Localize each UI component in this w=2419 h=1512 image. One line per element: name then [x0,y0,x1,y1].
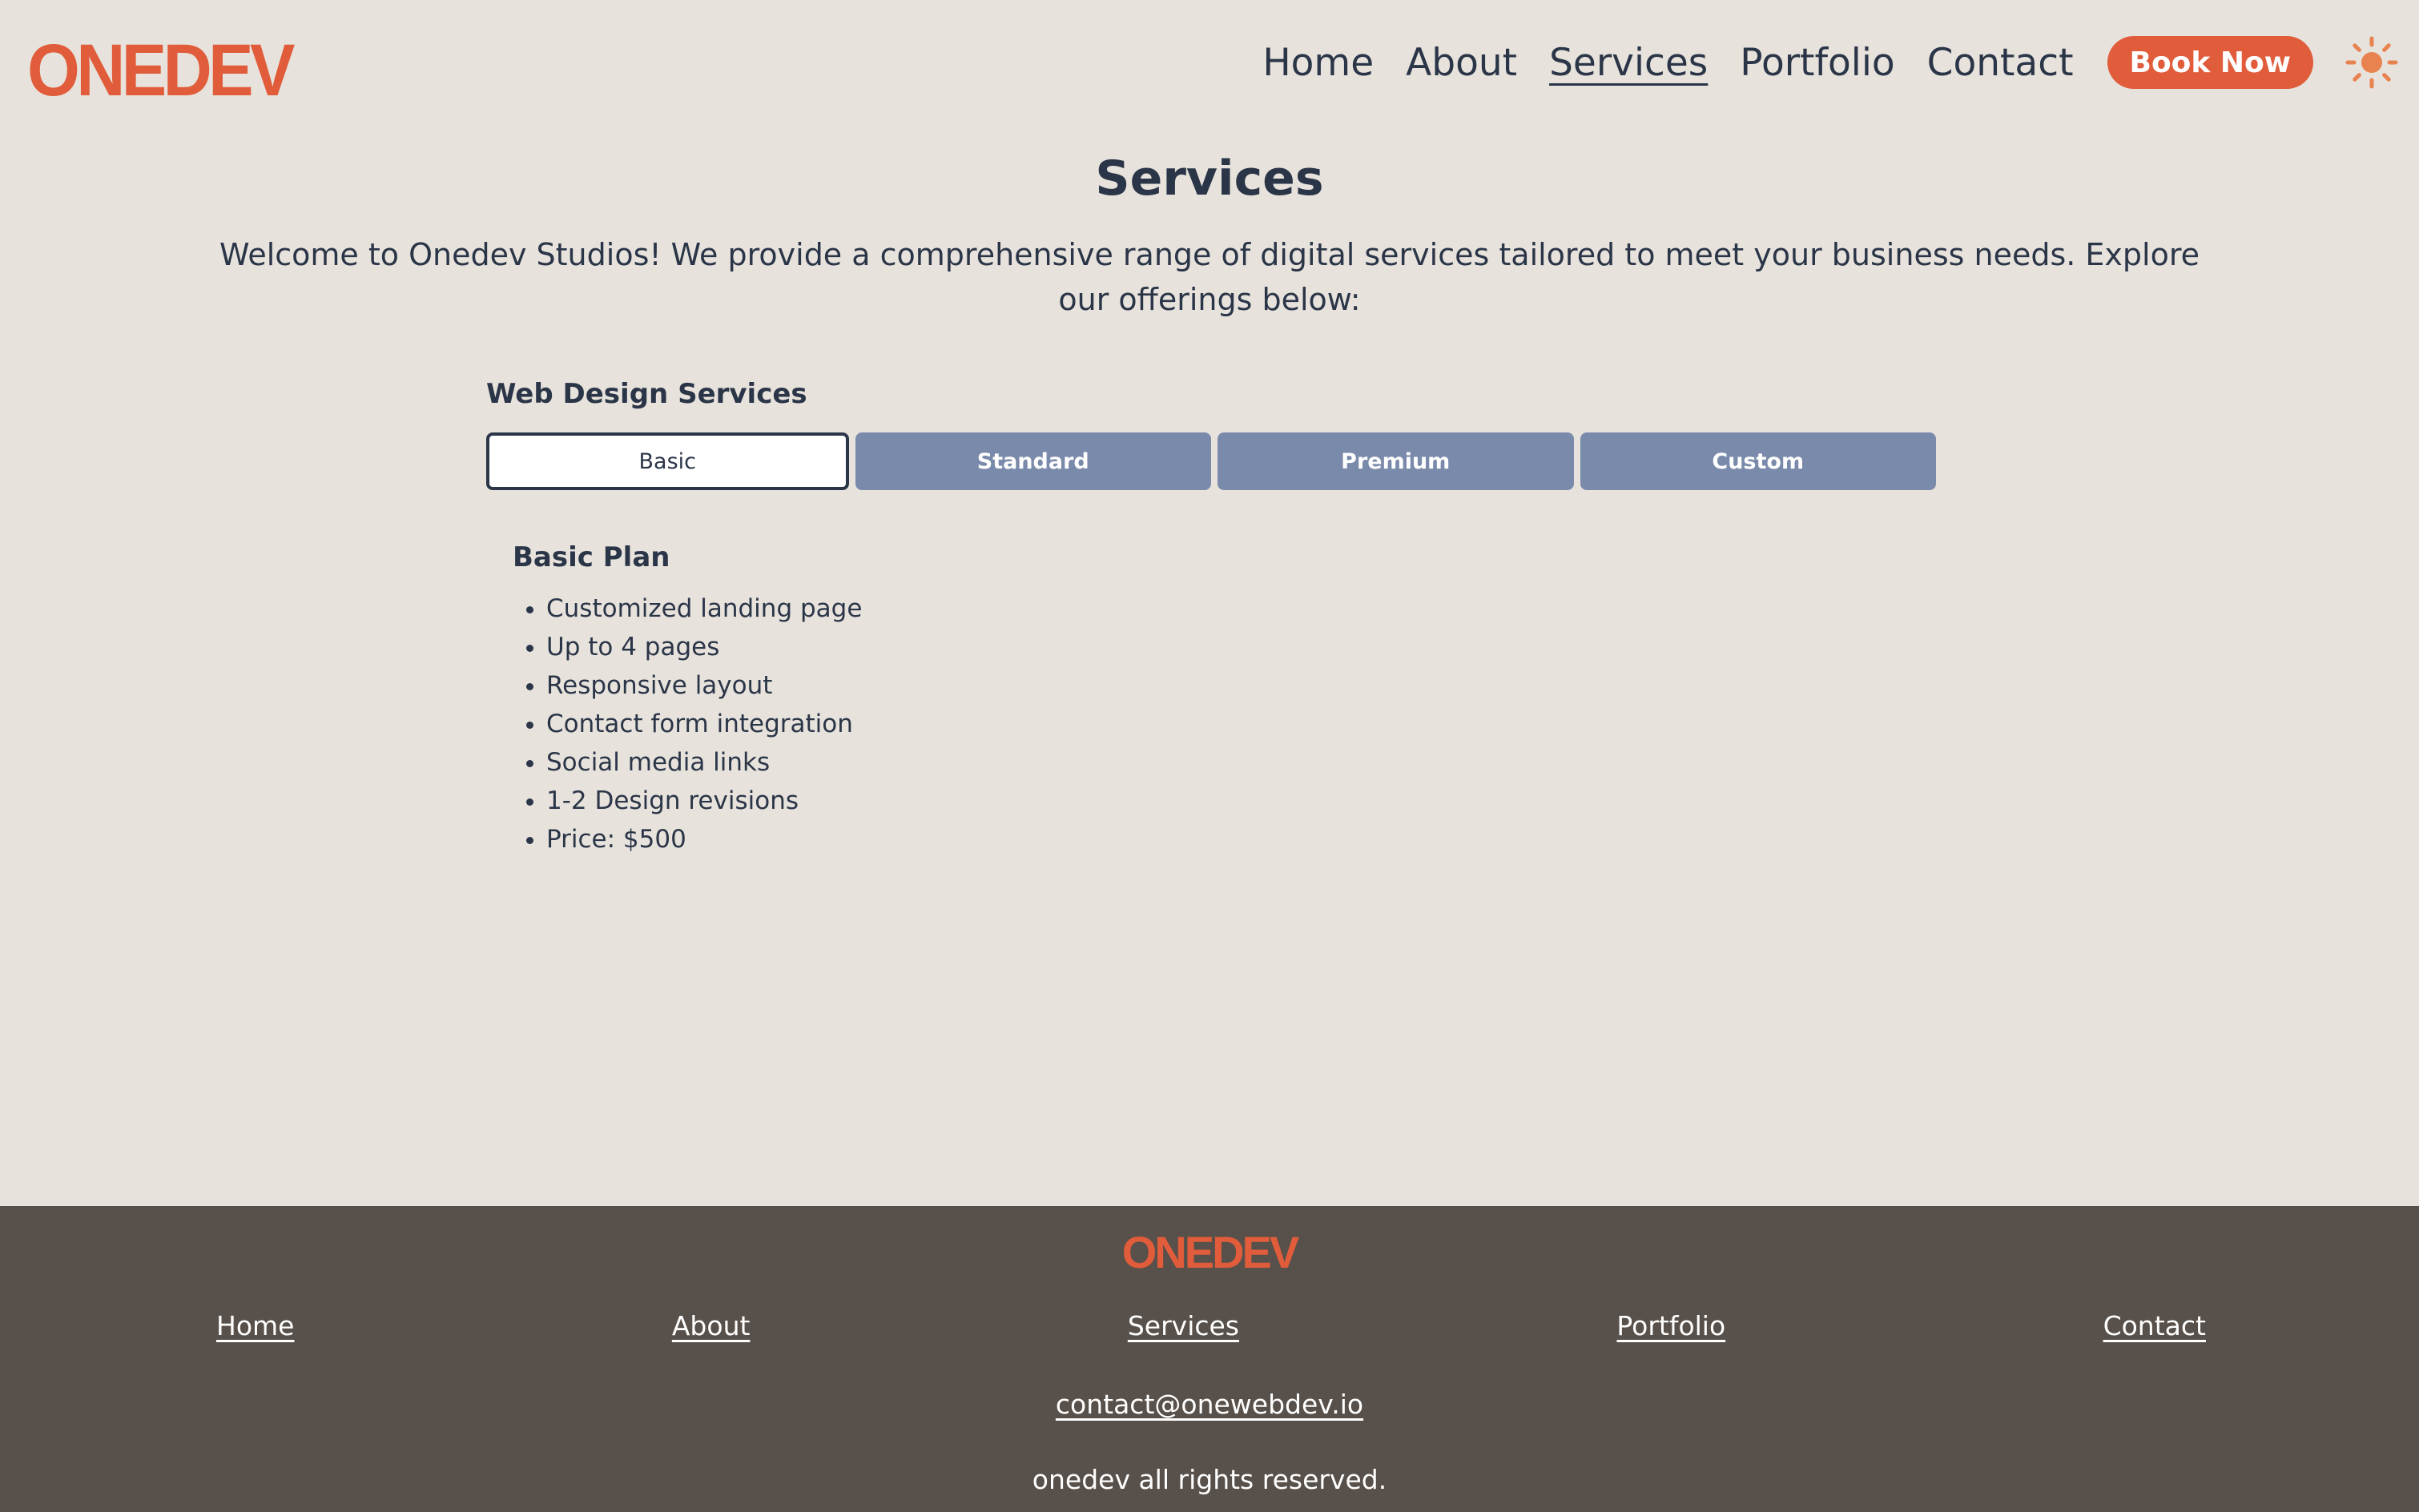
main-nav: Home About Services Portfolio Contact Bo… [1262,32,2419,93]
nav-link-portfolio[interactable]: Portfolio [1740,41,1894,85]
list-item: Customized landing page [546,589,862,628]
nav-link-home[interactable]: Home [1262,41,1374,85]
tab-premium[interactable]: Premium [1218,432,1574,490]
tab-basic[interactable]: Basic [486,432,849,490]
footer-link-services[interactable]: Services [1128,1310,1239,1341]
plan-title: Basic Plan [513,541,670,573]
section-heading: Web Design Services [486,378,807,410]
tab-custom[interactable]: Custom [1580,432,1936,490]
intro-text: Welcome to Onedev Studios! We provide a … [219,237,2200,317]
list-item: Responsive layout [546,666,862,705]
footer-link-contact[interactable]: Contact [2103,1310,2206,1341]
list-item: Price: $500 [546,820,862,859]
footer-logo[interactable]: ONEDEV [0,1230,2419,1275]
footer-link-portfolio[interactable]: Portfolio [1616,1310,1725,1341]
list-item: Up to 4 pages [546,628,862,666]
list-item: 1-2 Design revisions [546,782,862,820]
logo[interactable]: ONEDEV [27,34,295,107]
footer-links: Home About Services Portfolio Contact [216,1310,2206,1341]
theme-toggle-button[interactable] [2344,34,2400,90]
site-footer: ONEDEV Home About Services Portfolio Con… [0,1206,2419,1512]
tab-standard[interactable]: Standard [855,432,1211,490]
footer-email-row: contact@onewebdev.io [0,1389,2419,1420]
sun-icon [2345,36,2398,89]
copyright-text: onedev all rights reserved. [1032,1464,1387,1495]
footer-link-about[interactable]: About [672,1310,751,1341]
book-now-button[interactable]: Book Now [2107,36,2313,89]
footer-link-home[interactable]: Home [216,1310,294,1341]
nav-link-about[interactable]: About [1406,41,1517,85]
nav-link-contact[interactable]: Contact [1927,41,2074,85]
plan-panel: Basic Plan Customized landing page Up to… [513,541,862,859]
contact-email-link[interactable]: contact@onewebdev.io [1056,1389,1363,1420]
list-item: Contact form integration [546,705,862,743]
list-item: Social media links [546,743,862,782]
plan-features: Customized landing page Up to 4 pages Re… [513,589,862,859]
site-header: ONEDEV Home About Services Portfolio Con… [0,0,2419,125]
nav-link-services[interactable]: Services [1549,41,1708,85]
plan-tabs: Basic Standard Premium Custom [486,432,1936,492]
page-title: Services [1095,151,1324,207]
